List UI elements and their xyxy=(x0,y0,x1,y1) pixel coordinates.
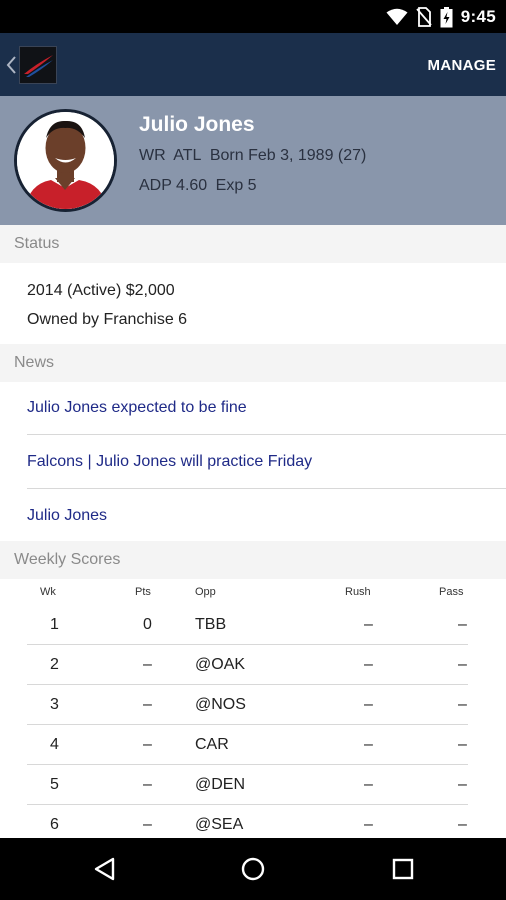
opponent-cell: TBB xyxy=(195,616,227,633)
rush-cell: – xyxy=(364,776,373,793)
owner-text: Owned by Franchise 6 xyxy=(27,311,188,328)
table-row[interactable]: 4 – CAR – – xyxy=(27,725,468,765)
week-cell: 5 xyxy=(50,776,59,793)
player-stats: ADP 4.60 Exp 5 xyxy=(139,177,261,195)
back-button[interactable] xyxy=(90,854,120,884)
points-cell: 0 xyxy=(143,616,152,633)
app-logo[interactable] xyxy=(19,46,57,84)
rush-cell: – xyxy=(364,696,373,713)
app-bar: MANAGE xyxy=(0,33,506,96)
recents-square-icon xyxy=(392,858,414,880)
pass-cell: – xyxy=(458,776,467,793)
player-bio: WR ATL Born Feb 3, 1989 (27) xyxy=(139,147,370,165)
player-born: Born Feb 3, 1989 (27) xyxy=(209,147,367,164)
news-section-header: News xyxy=(0,344,506,382)
home-button[interactable] xyxy=(238,854,268,884)
pass-cell: – xyxy=(458,696,467,713)
news-item[interactable]: Julio Jones expected to be fine xyxy=(27,382,506,435)
rush-cell: – xyxy=(364,736,373,753)
back-triangle-icon xyxy=(94,857,115,881)
table-row[interactable]: 2 – @OAK – – xyxy=(27,645,468,685)
status-card: 2014 (Active) $2,000 Owned by Franchise … xyxy=(0,263,506,344)
player-position: WR xyxy=(139,147,166,164)
column-header-wk: Wk xyxy=(40,586,56,598)
opponent-cell: @OAK xyxy=(195,656,246,673)
points-cell: – xyxy=(143,656,152,673)
player-team: ATL xyxy=(173,147,202,164)
news-item[interactable]: Julio Jones xyxy=(27,489,506,542)
pass-cell: – xyxy=(458,736,467,753)
column-header-pts: Pts xyxy=(135,586,151,598)
rush-cell: – xyxy=(364,616,373,633)
recents-button[interactable] xyxy=(388,854,418,884)
system-status-bar: 9:45 xyxy=(0,0,506,33)
player-name: Julio Jones xyxy=(139,113,255,136)
wifi-icon xyxy=(386,8,408,25)
points-cell: – xyxy=(143,696,152,713)
status-section-header: Status xyxy=(0,225,506,263)
player-header: Julio Jones WR ATL Born Feb 3, 1989 (27)… xyxy=(0,96,506,225)
opponent-cell: CAR xyxy=(195,736,229,753)
player-avatar xyxy=(14,109,117,212)
points-cell: – xyxy=(143,736,152,753)
player-photo xyxy=(17,112,114,209)
week-cell: 1 xyxy=(50,616,59,633)
logo-swoosh-icon xyxy=(24,55,53,77)
opponent-cell: @NOS xyxy=(195,696,246,713)
status-time: 9:45 xyxy=(460,7,496,26)
points-cell: – xyxy=(143,776,152,793)
contract-text: 2014 (Active) $2,000 xyxy=(27,282,175,299)
manage-button[interactable]: MANAGE xyxy=(428,53,496,77)
back-chevron-icon[interactable] xyxy=(4,53,18,77)
table-row[interactable]: 1 0 TBB – – xyxy=(27,605,468,645)
weekly-scores-section-header: Weekly Scores xyxy=(0,541,506,579)
table-row[interactable]: 3 – @NOS – – xyxy=(27,685,468,725)
player-exp: Exp 5 xyxy=(215,177,257,194)
column-header-pass: Pass xyxy=(439,586,464,598)
column-header-opp: Opp xyxy=(195,586,216,598)
pass-cell: – xyxy=(458,656,467,673)
opponent-cell: @DEN xyxy=(195,776,246,793)
rush-cell: – xyxy=(364,656,373,673)
system-navigation-bar xyxy=(0,838,506,900)
week-cell: 2 xyxy=(50,656,59,673)
battery-icon xyxy=(440,6,453,27)
week-cell: 3 xyxy=(50,696,59,713)
table-row[interactable]: 5 – @DEN – – xyxy=(27,765,468,805)
pass-cell: – xyxy=(458,616,467,633)
status-icons: 9:45 xyxy=(386,6,496,28)
news-item[interactable]: Falcons | Julio Jones will practice Frid… xyxy=(27,436,506,489)
player-adp: ADP 4.60 xyxy=(139,177,208,194)
week-cell: 4 xyxy=(50,736,59,753)
no-sim-icon xyxy=(416,7,432,27)
column-header-rush: Rush xyxy=(345,586,371,598)
home-circle-icon xyxy=(241,857,265,881)
